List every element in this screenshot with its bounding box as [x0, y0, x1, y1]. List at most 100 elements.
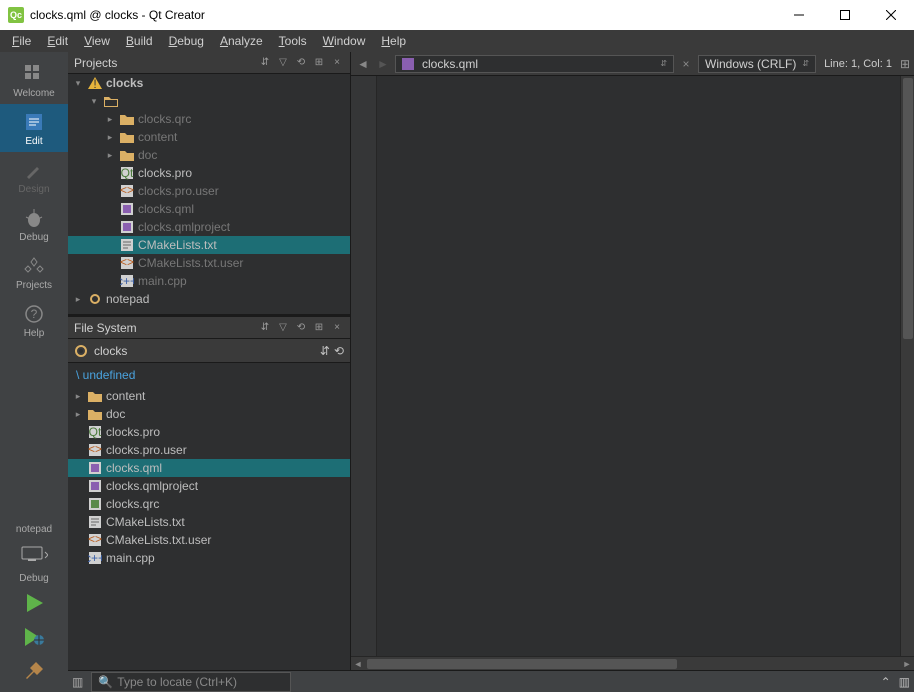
- qrc-icon: [87, 497, 103, 511]
- nav-forward-icon[interactable]: ►: [375, 57, 391, 71]
- tree-item[interactable]: clocks.qml: [68, 459, 350, 477]
- tree-item[interactable]: ▾!clocks: [68, 74, 350, 92]
- expand-icon[interactable]: ▸: [72, 391, 84, 402]
- sync-icon[interactable]: ⟲: [294, 56, 308, 70]
- sidebar-toggle-icon[interactable]: ▥: [72, 675, 83, 689]
- tree-item[interactable]: clocks.qrc: [68, 495, 350, 513]
- project-tree[interactable]: ▾!clocks▾▸clocks.qrc▸content▸docQtclocks…: [68, 74, 350, 314]
- run-target-selector[interactable]: [0, 537, 68, 571]
- expand-icon[interactable]: ▾: [88, 96, 100, 107]
- run-button[interactable]: [0, 586, 68, 620]
- cursor-position[interactable]: Line: 1, Col: 1: [820, 58, 896, 70]
- pro-icon: Qt: [87, 425, 103, 439]
- close-panel-icon[interactable]: ×: [330, 56, 344, 70]
- tree-item[interactable]: clocks.qml: [68, 200, 350, 218]
- folder-icon: [119, 148, 135, 162]
- split-icon[interactable]: ⊞: [312, 56, 326, 70]
- tree-item[interactable]: clocks.qmlproject: [68, 218, 350, 236]
- caret-icon: ⇵: [320, 344, 330, 358]
- minimize-button[interactable]: [776, 0, 822, 30]
- filesystem-tree[interactable]: ▸content▸docQtclocks.pro<>clocks.pro.use…: [68, 387, 350, 670]
- debug-icon: [22, 206, 46, 230]
- expand-icon[interactable]: ▸: [72, 409, 84, 420]
- vertical-scrollbar[interactable]: [900, 76, 914, 656]
- nav-back-icon[interactable]: ◄: [355, 57, 371, 71]
- menu-tools[interactable]: Tools: [271, 32, 315, 50]
- edit-icon: [22, 110, 46, 134]
- sort-icon[interactable]: ⇵: [258, 321, 272, 335]
- tree-item[interactable]: ▸content: [68, 387, 350, 405]
- tree-item[interactable]: <>clocks.pro.user: [68, 182, 350, 200]
- xml-icon: <>: [119, 256, 135, 270]
- tree-item[interactable]: clocks.qmlproject: [68, 477, 350, 495]
- editor-toolbar: ◄ ► clocks.qml ⇵ × Windows (CRLF)⇵ Line:…: [351, 52, 914, 76]
- filesystem-root-selector[interactable]: clocks ⇵ ⟲: [68, 339, 350, 363]
- chevron-up-icon[interactable]: ⌃: [881, 675, 891, 689]
- expand-icon[interactable]: ▸: [104, 114, 116, 125]
- locator-input[interactable]: 🔍 Type to locate (Ctrl+K): [91, 672, 291, 692]
- mode-edit[interactable]: Edit: [0, 104, 68, 152]
- menu-help[interactable]: Help: [373, 32, 414, 50]
- tree-item[interactable]: ▾: [68, 92, 350, 110]
- encoding-selector[interactable]: Windows (CRLF)⇵: [698, 55, 816, 73]
- menu-file[interactable]: File: [4, 32, 39, 50]
- mode-help[interactable]: ?Help: [0, 296, 68, 344]
- tree-item[interactable]: <>clocks.pro.user: [68, 441, 350, 459]
- expand-icon[interactable]: ▸: [104, 132, 116, 143]
- menu-debug[interactable]: Debug: [161, 32, 212, 50]
- filter-icon[interactable]: ▽: [276, 56, 290, 70]
- run-debug-button[interactable]: [0, 620, 68, 654]
- tree-item[interactable]: <>CMakeLists.txt.user: [68, 254, 350, 272]
- expand-icon[interactable]: ▸: [104, 150, 116, 161]
- mode-welcome[interactable]: Welcome: [0, 56, 68, 104]
- help-icon: ?: [22, 302, 46, 326]
- expand-icon[interactable]: ▸: [72, 294, 84, 305]
- link-icon[interactable]: ⟲: [334, 344, 344, 358]
- svg-text:<>: <>: [88, 443, 102, 456]
- close-panel-icon[interactable]: ×: [330, 321, 344, 335]
- tree-item[interactable]: ▸clocks.qrc: [68, 110, 350, 128]
- output-toggle-icon[interactable]: ▥: [899, 675, 910, 689]
- warn-icon: !: [87, 76, 103, 90]
- filter-icon[interactable]: ▽: [276, 321, 290, 335]
- code-editor[interactable]: [377, 76, 900, 656]
- svg-text:?: ?: [31, 307, 38, 321]
- horizontal-scrollbar[interactable]: ◄►: [351, 656, 914, 670]
- menu-view[interactable]: View: [76, 32, 118, 50]
- split-icon[interactable]: ⊞: [312, 321, 326, 335]
- gear-icon: [74, 344, 90, 358]
- menu-window[interactable]: Window: [315, 32, 374, 50]
- line-number-gutter[interactable]: [351, 76, 377, 656]
- menu-analyze[interactable]: Analyze: [212, 32, 271, 50]
- build-button[interactable]: [0, 654, 68, 688]
- folder-icon: [87, 389, 103, 403]
- maximize-button[interactable]: [822, 0, 868, 30]
- mode-debug[interactable]: Debug: [0, 200, 68, 248]
- qml-icon: [119, 202, 135, 216]
- tree-item[interactable]: c++main.cpp: [68, 549, 350, 567]
- expand-icon[interactable]: ▾: [72, 78, 84, 89]
- gear-icon: [87, 292, 103, 306]
- file-selector[interactable]: clocks.qml ⇵: [395, 55, 674, 73]
- tree-item[interactable]: ▸doc: [68, 405, 350, 423]
- tree-item[interactable]: ▸content: [68, 128, 350, 146]
- mode-design[interactable]: Design: [0, 152, 68, 200]
- tree-item[interactable]: <>CMakeLists.txt.user: [68, 531, 350, 549]
- tree-item[interactable]: Qtclocks.pro: [68, 423, 350, 441]
- close-file-icon[interactable]: ×: [678, 57, 694, 71]
- tree-item[interactable]: Qtclocks.pro: [68, 164, 350, 182]
- tree-item[interactable]: c++main.cpp: [68, 272, 350, 290]
- split-editor-icon[interactable]: ⊞: [900, 57, 910, 71]
- sync-icon[interactable]: ⟲: [294, 321, 308, 335]
- breadcrumb[interactable]: \ undefined: [68, 363, 350, 387]
- search-icon: 🔍: [98, 675, 113, 689]
- tree-item[interactable]: CMakeLists.txt: [68, 236, 350, 254]
- menu-edit[interactable]: Edit: [39, 32, 76, 50]
- sort-icon[interactable]: ⇵: [258, 56, 272, 70]
- tree-item[interactable]: ▸doc: [68, 146, 350, 164]
- mode-projects[interactable]: Projects: [0, 248, 68, 296]
- menu-build[interactable]: Build: [118, 32, 161, 50]
- close-button[interactable]: [868, 0, 914, 30]
- tree-item[interactable]: ▸notepad: [68, 290, 350, 308]
- tree-item[interactable]: CMakeLists.txt: [68, 513, 350, 531]
